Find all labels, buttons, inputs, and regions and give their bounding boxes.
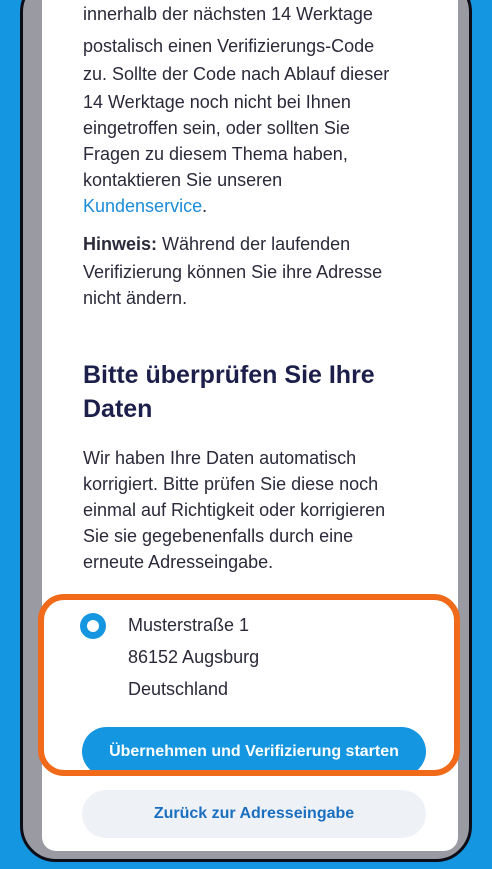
info-line-1: innerhalb der nächsten 14 Werktage <box>83 4 373 24</box>
review-body-line-4: Sie sie gegebenenfalls durch eine <box>83 526 354 546</box>
info-line-2: postalisch einen Verifizierungs-Code <box>83 36 375 56</box>
review-heading-line-2: Daten <box>83 395 153 423</box>
review-body-line-1: Wir haben Ihre Daten automatisch <box>83 448 357 468</box>
note-text: Während der laufenden <box>157 234 351 254</box>
info-line-4: 14 Werktage noch nicht bei Ihnen <box>83 92 351 112</box>
review-body-line-2: korrigiert. Bitte prüfen Sie diese noch <box>83 474 379 494</box>
review-body-line-3: einmal auf Richtigkeit oder korrigieren <box>83 500 386 520</box>
link-suffix: . <box>202 196 208 216</box>
review-body-line-5: erneute Adresseingabe. <box>83 552 274 572</box>
info-line-5: eingetroffen sein, oder sollten Sie <box>83 118 350 138</box>
back-to-address-button[interactable]: Zurück zur Adresseingabe <box>82 790 426 838</box>
note-line-3: nicht ändern. <box>83 288 188 308</box>
info-line-8: Kundenservice. <box>83 194 428 219</box>
review-heading-line-1: Bitte überprüfen Sie Ihre <box>83 361 375 389</box>
customer-service-link[interactable]: Kundenservice <box>83 196 202 216</box>
info-line-7: kontaktieren Sie unseren <box>83 170 283 190</box>
note-label: Hinweis: <box>83 234 158 254</box>
note-line-2: Verifizierung können Sie ihre Adresse <box>83 262 383 282</box>
note-line-1: Hinweis: Während der laufenden <box>83 232 428 257</box>
highlight-frame <box>38 594 460 776</box>
info-line-3: zu. Sollte der Code nach Ablauf dieser <box>83 64 390 84</box>
info-line-6: Fragen zu diesem Thema haben, <box>83 144 348 164</box>
